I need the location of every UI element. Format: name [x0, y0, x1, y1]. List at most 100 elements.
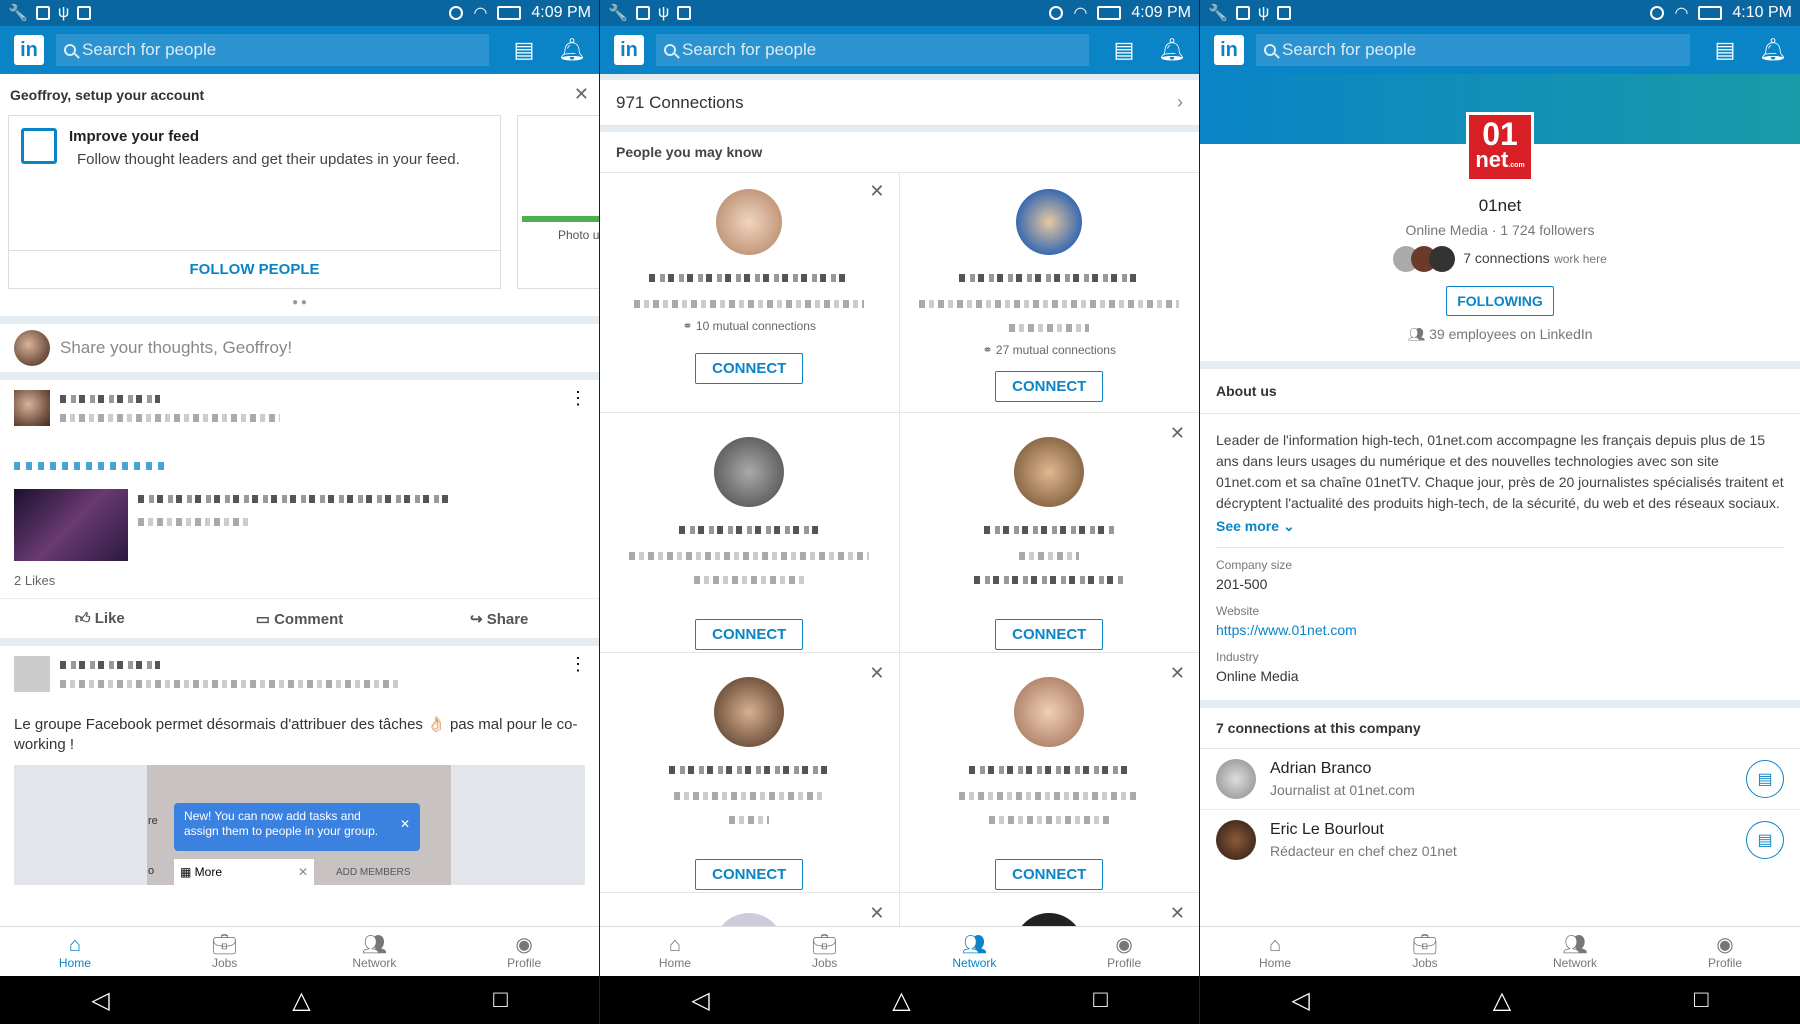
list-item[interactable]: Eric Le Bourlout Rédacteur en chef chez …: [1200, 810, 1800, 870]
top-bar: in Search for people ▤ 🔔︎: [0, 26, 599, 74]
close-icon[interactable]: ✕: [298, 865, 308, 879]
bottom-nav: ⌂ Home 💼︎ Jobs 👥︎ Network ◉ Profile: [0, 926, 599, 976]
likes-count[interactable]: 2 Likes: [14, 573, 585, 588]
avatar: [714, 677, 785, 747]
following-button[interactable]: FOLLOWING: [1446, 286, 1554, 316]
person-card[interactable]: ✕: [600, 893, 900, 926]
connections-row[interactable]: 971 Connections ›: [600, 80, 1199, 126]
kebab-icon[interactable]: ⋮: [569, 654, 587, 675]
avatar: [716, 189, 783, 255]
nav-home[interactable]: ⌂ Home: [600, 927, 750, 976]
nav-profile[interactable]: ◉ Profile: [1049, 927, 1199, 976]
follow-people-button[interactable]: FOLLOW PEOPLE: [9, 250, 500, 288]
messages-icon[interactable]: ▤: [511, 37, 537, 63]
person-card[interactable]: ✕ ⚭ 10 mutual connections CONNECT: [600, 173, 900, 413]
bell-icon[interactable]: 🔔︎: [558, 37, 586, 63]
newspaper-icon: [21, 128, 57, 164]
person-card[interactable]: ✕ CONNECT: [899, 653, 1199, 893]
back-icon[interactable]: ◁: [1291, 986, 1309, 1015]
person-card[interactable]: ✕: [900, 893, 1200, 926]
back-icon[interactable]: ◁: [91, 986, 109, 1015]
search-bar[interactable]: Search for people: [56, 34, 489, 66]
recents-icon[interactable]: □: [493, 986, 508, 1014]
post-image[interactable]: New! You can now add tasks and assign th…: [14, 765, 585, 885]
lock-icon: [77, 6, 92, 20]
connect-button[interactable]: CONNECT: [695, 619, 804, 650]
recents-icon[interactable]: □: [1694, 986, 1709, 1014]
message-icon[interactable]: ▤: [1746, 821, 1784, 859]
home-button-icon[interactable]: △: [892, 986, 910, 1015]
search-placeholder: Search for people: [1282, 40, 1417, 59]
like-label: Like: [94, 609, 125, 627]
post-thumbnail[interactable]: [14, 489, 128, 561]
connect-button[interactable]: CONNECT: [995, 371, 1104, 402]
nav-home[interactable]: ⌂ Home: [1200, 927, 1350, 976]
share-button[interactable]: ↪ Share: [399, 610, 599, 628]
employees-link[interactable]: 👥︎ 39 employees on LinkedIn: [1200, 326, 1800, 343]
nav-network[interactable]: 👥︎ Network: [1500, 927, 1650, 976]
recents-icon[interactable]: □: [1093, 986, 1108, 1014]
bell-icon[interactable]: 🔔︎: [1158, 37, 1186, 63]
comment-button[interactable]: ▭ Comment: [200, 610, 400, 628]
more-tab[interactable]: ▦ More ✕: [174, 859, 314, 885]
person-card[interactable]: ✕ CONNECT: [899, 413, 1199, 653]
connect-button[interactable]: CONNECT: [695, 859, 804, 890]
status-bar: 🔧 ψ ◠ 4:10 PM: [1200, 0, 1800, 26]
company-screen: 🔧 ψ ◠ 4:10 PM in Search for people ▤ 🔔︎: [1200, 0, 1800, 1024]
close-icon[interactable]: ✕: [1170, 903, 1185, 924]
close-icon[interactable]: ✕: [574, 84, 589, 105]
connections-link[interactable]: 7 connections work here: [1463, 250, 1607, 268]
kebab-icon[interactable]: ⋮: [569, 388, 587, 409]
nav-profile[interactable]: ◉ Profile: [1650, 927, 1800, 976]
person-card[interactable]: CONNECT: [600, 413, 900, 653]
close-icon[interactable]: ✕: [869, 181, 884, 202]
linkedin-logo-icon[interactable]: in: [614, 35, 644, 65]
close-icon[interactable]: ✕: [1170, 423, 1185, 444]
messages-icon[interactable]: ▤: [1111, 37, 1137, 63]
share-box[interactable]: Share your thoughts, Geoffroy!: [0, 324, 599, 372]
search-bar[interactable]: Search for people: [1256, 34, 1690, 66]
nav-jobs-label: Jobs: [1412, 955, 1438, 970]
message-icon[interactable]: ▤: [1746, 760, 1784, 798]
see-more-button[interactable]: See more ⌄: [1216, 518, 1784, 535]
connect-button[interactable]: CONNECT: [695, 353, 804, 384]
messages-icon[interactable]: ▤: [1712, 37, 1738, 63]
improve-feed-card: Improve your feed Follow thought leaders…: [8, 115, 501, 289]
linkedin-logo-icon[interactable]: in: [1214, 35, 1244, 65]
close-icon[interactable]: ✕: [1170, 663, 1185, 684]
wrench-icon: 🔧: [8, 5, 28, 22]
close-icon[interactable]: ✕: [869, 663, 884, 684]
search-bar[interactable]: Search for people: [656, 34, 1089, 66]
bottom-nav: ⌂ Home 💼︎ Jobs 👥︎ Network ◉ Profile: [1200, 926, 1800, 976]
avatar: [14, 330, 50, 366]
nav-jobs[interactable]: 💼︎ Jobs: [1350, 927, 1500, 976]
connect-button[interactable]: CONNECT: [995, 619, 1104, 650]
lock-icon: [677, 6, 692, 20]
chevron-down-icon: ⌄: [1282, 518, 1295, 534]
nav-jobs[interactable]: 💼︎ Jobs: [750, 927, 900, 976]
connect-button[interactable]: CONNECT: [995, 859, 1104, 890]
nav-network-label: Network: [952, 955, 997, 970]
person-card[interactable]: ✕ CONNECT: [600, 653, 900, 893]
nav-network[interactable]: 👥︎ Network: [900, 927, 1050, 976]
close-icon[interactable]: ✕: [869, 903, 884, 924]
website-link[interactable]: https://www.01net.com: [1216, 622, 1784, 638]
avatar: [1216, 820, 1256, 860]
nav-profile[interactable]: ◉ Profile: [449, 927, 599, 976]
like-button[interactable]: 👍︎ Like: [0, 610, 200, 628]
battery-icon: [1698, 6, 1723, 20]
bell-icon[interactable]: 🔔︎: [1759, 37, 1787, 63]
back-icon[interactable]: ◁: [691, 986, 709, 1015]
home-button-icon[interactable]: △: [292, 986, 310, 1015]
person-card[interactable]: ⚭ 27 mutual connections CONNECT: [899, 173, 1199, 413]
nav-network[interactable]: 👥︎ Network: [300, 927, 450, 976]
linkedin-logo-icon[interactable]: in: [14, 35, 44, 65]
list-item[interactable]: Adrian Branco Journalist at 01net.com ▤: [1200, 749, 1800, 810]
about-text: Leader de l'information high-tech, 01net…: [1216, 432, 1784, 511]
home-button-icon[interactable]: △: [1493, 986, 1511, 1015]
nav-jobs[interactable]: 💼︎ Jobs: [150, 927, 300, 976]
nav-home[interactable]: ⌂ Home: [0, 927, 150, 976]
feed-content: Geoffroy, setup your account ✕ Improve y…: [0, 74, 599, 926]
thumbs-up-icon: 👍︎: [74, 609, 95, 627]
close-icon[interactable]: ✕: [400, 817, 410, 832]
